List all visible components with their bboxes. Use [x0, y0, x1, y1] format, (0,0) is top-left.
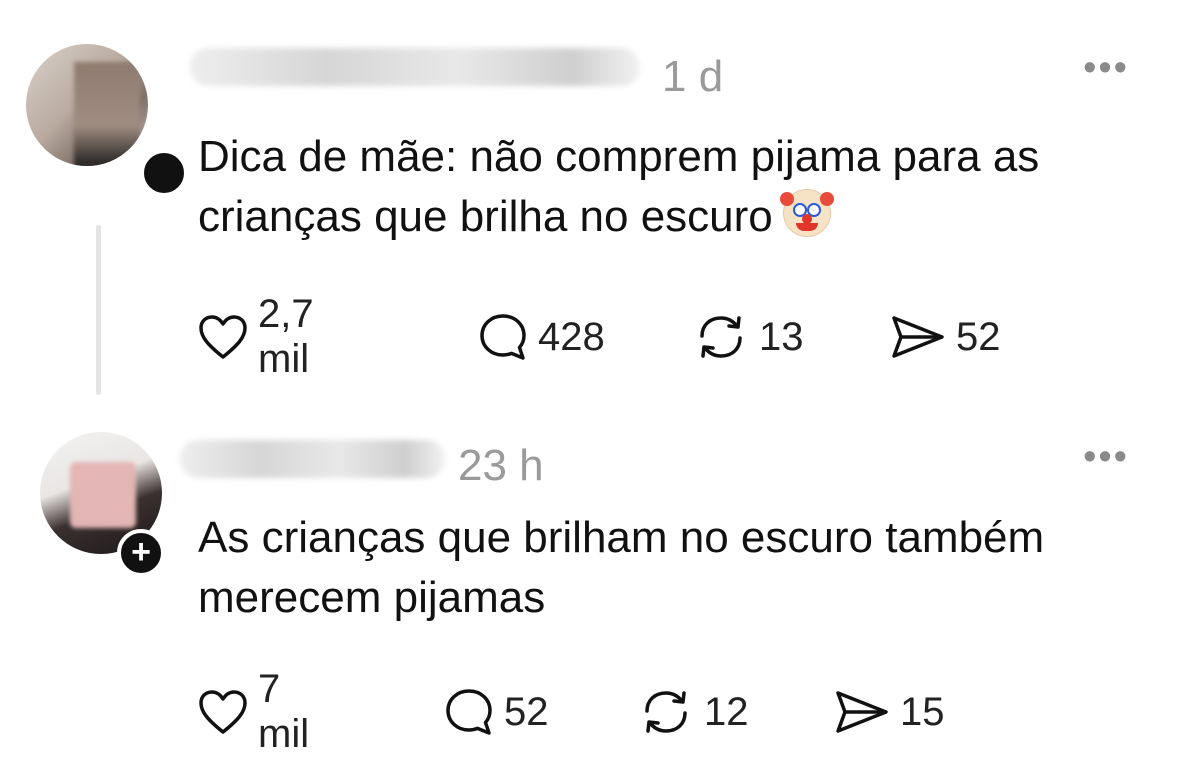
post-time: 23 h	[458, 441, 544, 490]
username-redacted[interactable]	[180, 440, 445, 478]
share-count: 52	[956, 314, 1001, 359]
repost-count: 12	[704, 689, 749, 734]
post-text: Dica de mãe: não comprem pijama para as …	[198, 127, 1148, 247]
avatar[interactable]	[26, 44, 148, 166]
repost-icon	[645, 691, 687, 733]
send-icon	[836, 691, 888, 733]
comment-icon	[480, 314, 526, 360]
more-options-icon[interactable]: •••	[1083, 49, 1129, 87]
repost-button[interactable]: 12	[638, 687, 749, 737]
heart-icon	[199, 690, 247, 734]
comment-icon	[446, 689, 492, 735]
follow-button[interactable]: +	[117, 529, 165, 577]
post-time: 1 d	[662, 52, 724, 101]
clown-face-icon	[779, 189, 834, 237]
repost-count: 13	[759, 314, 804, 359]
post: 1 d ••• Dica de mãe: não comprem pijama …	[0, 0, 1179, 405]
post: + 23 h ••• As crianças que brilham no es…	[0, 405, 1179, 777]
avatar-blur	[74, 62, 140, 166]
reply-count: 428	[538, 314, 605, 359]
repost-button[interactable]: 13	[693, 312, 804, 362]
reply-count: 52	[504, 689, 549, 734]
reply-button[interactable]: 52	[444, 687, 549, 737]
follow-badge[interactable]	[140, 149, 188, 197]
avatar-blur	[70, 462, 136, 528]
username-redacted[interactable]	[190, 48, 640, 86]
like-count: 7 mil	[258, 667, 310, 756]
like-button[interactable]: 2,7 mil	[198, 292, 314, 381]
share-button[interactable]: 15	[834, 687, 945, 737]
share-count: 15	[900, 689, 945, 734]
more-options-icon[interactable]: •••	[1083, 438, 1129, 476]
heart-icon	[199, 315, 247, 359]
send-icon	[892, 316, 944, 358]
post-text-content: Dica de mãe: não comprem pijama para as …	[198, 132, 1040, 241]
like-button[interactable]: 7 mil	[198, 667, 309, 756]
like-count: 2,7 mil	[258, 292, 314, 381]
share-button[interactable]: 52	[890, 312, 1001, 362]
post-text: As crianças que brilham no escuro também…	[198, 513, 1045, 622]
thread-line	[96, 225, 101, 395]
reply-button[interactable]: 428	[478, 312, 605, 362]
repost-icon	[700, 316, 742, 358]
